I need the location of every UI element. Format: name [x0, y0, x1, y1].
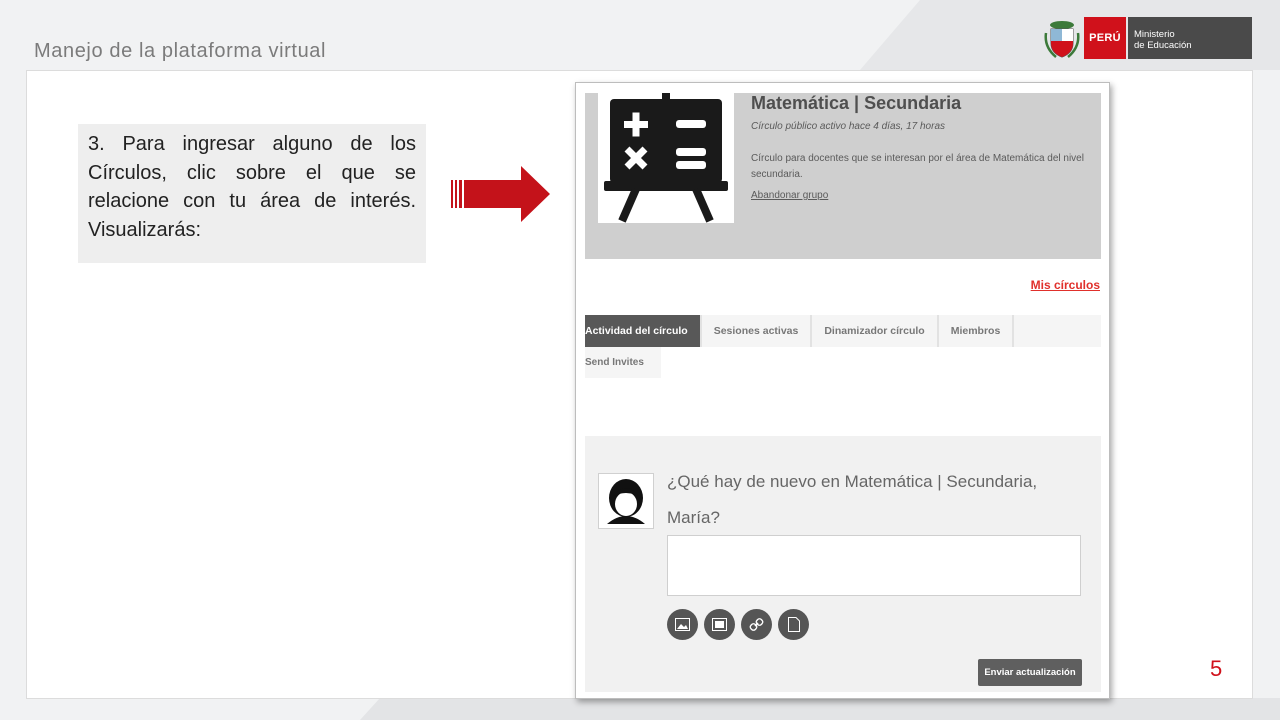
tab-active-sessions[interactable]: Sesiones activas — [702, 315, 813, 347]
ministry-label: Ministerio de Educación — [1128, 17, 1252, 59]
tab-send-invites[interactable]: Send Invites — [585, 347, 661, 378]
page-number: 5 — [1210, 656, 1223, 681]
peru-label: PERÚ — [1084, 17, 1126, 59]
post-input[interactable] — [667, 535, 1081, 596]
post-prompt: ¿Qué hay de nuevo en Matemática | Secund… — [667, 472, 1038, 527]
leave-group-link[interactable]: Abandonar grupo — [751, 190, 828, 201]
video-icon[interactable] — [704, 609, 735, 640]
ministry-line-1: Ministerio — [1134, 29, 1175, 40]
file-icon[interactable] — [778, 609, 809, 640]
post-tools — [667, 609, 809, 640]
math-board-icon — [598, 93, 734, 223]
instruction-text: 3. Para ingresar alguno de los Círculos,… — [78, 124, 426, 263]
circle-status: Círculo público activo hace 4 días, 17 h… — [751, 121, 945, 132]
platform-screenshot: Matemática | Secundaria Círculo público … — [575, 82, 1110, 699]
circle-name: Matemática | Secundaria — [751, 93, 962, 113]
circle-tabs: Actividad del círculo Sesiones activas D… — [585, 315, 1101, 347]
my-circles-link[interactable]: Mis círculos — [1031, 278, 1100, 292]
circle-description: Círculo para docentes que se interesan p… — [751, 153, 1084, 180]
ministry-line-2: de Educación — [1134, 40, 1192, 51]
tab-circle-facilitator[interactable]: Dinamizador círculo — [812, 315, 939, 347]
image-icon[interactable] — [667, 609, 698, 640]
coat-of-arms-icon — [1044, 17, 1080, 59]
footer-decoration — [360, 698, 1280, 720]
submit-update-button[interactable]: Enviar actualización — [978, 659, 1082, 686]
post-composer: ¿Qué hay de nuevo en Matemática | Secund… — [585, 436, 1101, 692]
deck-title: Manejo de la plataforma virtual — [34, 40, 327, 62]
link-icon[interactable] — [741, 609, 772, 640]
right-arrow-icon — [451, 166, 551, 222]
tab-circle-activity[interactable]: Actividad del círculo — [585, 315, 702, 347]
tab-members[interactable]: Miembros — [939, 315, 1015, 347]
circle-banner: Matemática | Secundaria Círculo público … — [585, 93, 1101, 259]
avatar — [598, 473, 654, 529]
ministry-logo: PERÚ Ministerio de Educación — [1044, 17, 1252, 59]
